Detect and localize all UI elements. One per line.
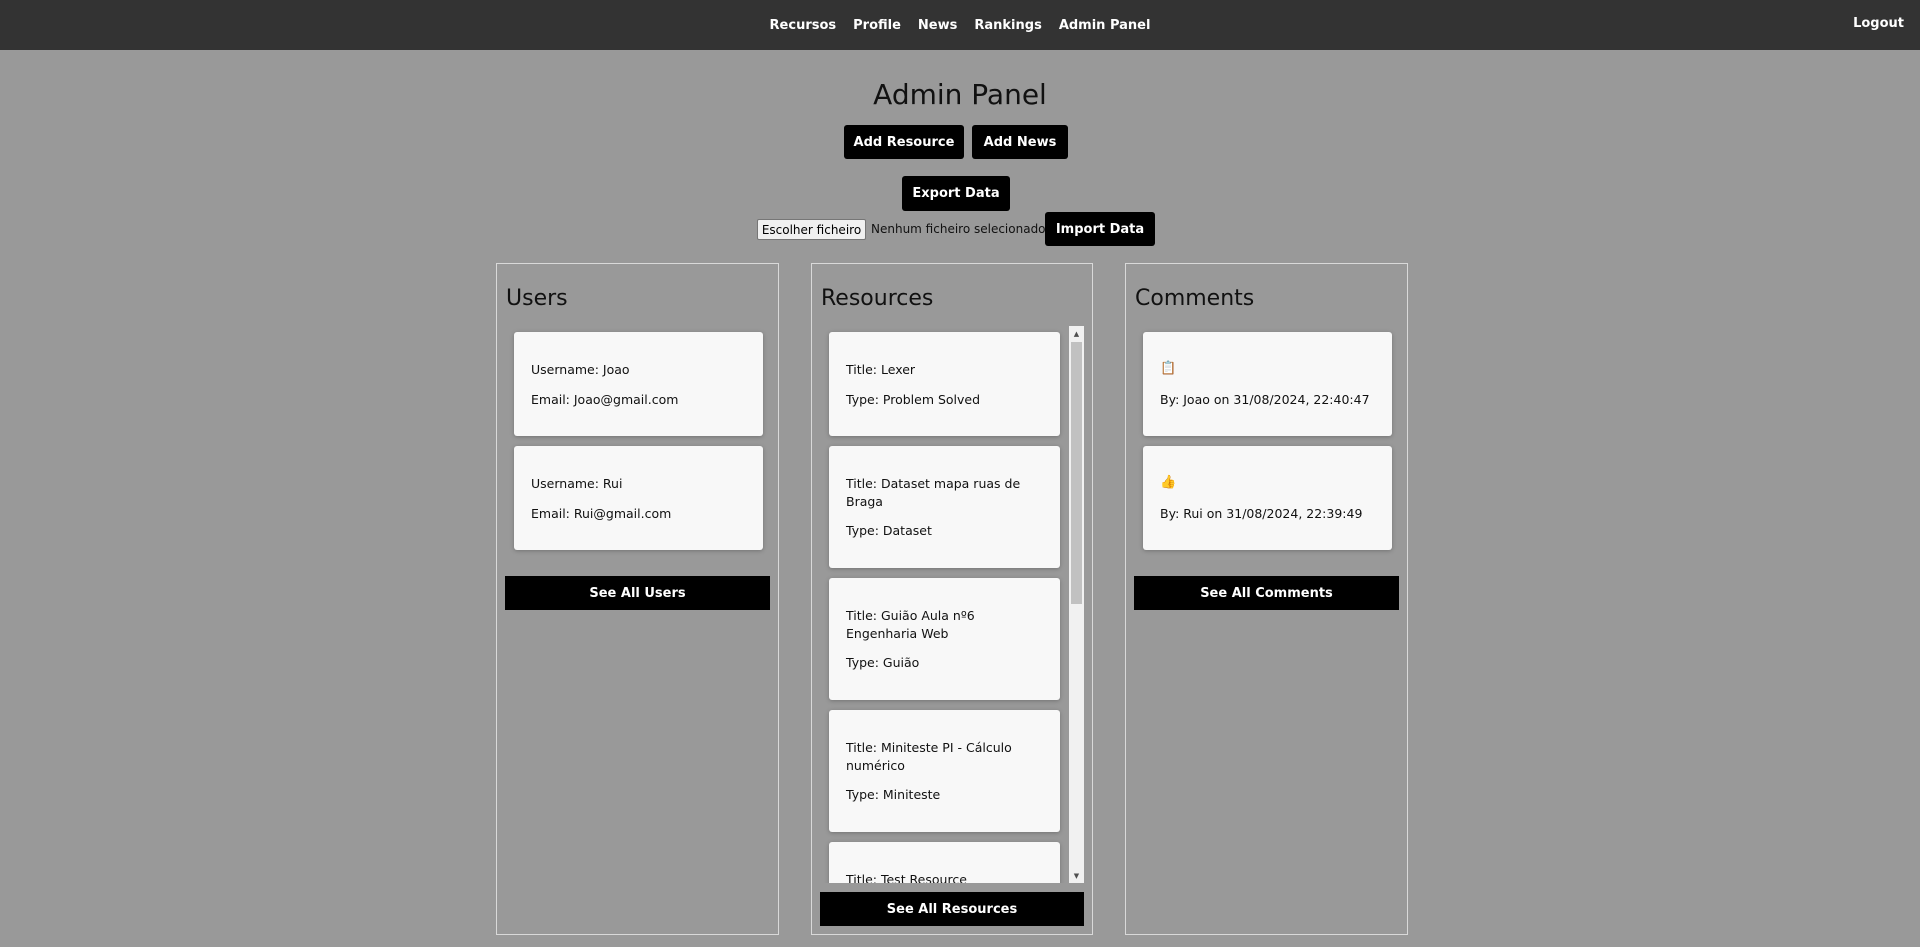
comment-card: 👍 By: Rui on 31/08/2024, 22:39:49 <box>1143 446 1392 550</box>
user-card: Username: Rui Email: Rui@gmail.com <box>514 446 763 550</box>
user-username: Username: Joao <box>531 362 630 377</box>
user-card: Username: Joao Email: Joao@gmail.com <box>514 332 763 436</box>
add-resource-button[interactable]: Add Resource <box>844 125 964 159</box>
see-all-resources-button[interactable]: See All Resources <box>820 892 1084 926</box>
thumbs-up-icon: 👍 <box>1160 475 1177 490</box>
resource-card[interactable]: Title: Miniteste PI - Cálculo numérico T… <box>829 710 1060 832</box>
export-data-button[interactable]: Export Data <box>902 176 1010 211</box>
nav-link-profile[interactable]: Profile <box>853 18 901 33</box>
resource-title: Title: Test Resource <box>846 872 967 883</box>
user-email: Email: Rui@gmail.com <box>531 506 672 521</box>
resource-type: Type: Problem Solved <box>846 392 981 407</box>
resources-scrollbar[interactable]: ▲ ▼ <box>1069 326 1084 883</box>
resource-card[interactable]: Title: Guião Aula nº6 Engenharia Web Typ… <box>829 578 1060 700</box>
resource-title: Title: Miniteste PI - Cálculo numérico <box>846 740 1012 773</box>
comments-panel: Comments 📋 By: Joao on 31/08/2024, 22:40… <box>1125 263 1408 935</box>
resources-panel: Resources Title: Lexer Type: Problem Sol… <box>811 263 1093 935</box>
resource-type: Type: Miniteste <box>846 787 941 802</box>
user-email: Email: Joao@gmail.com <box>531 392 679 407</box>
scrollbar-thumb[interactable] <box>1071 342 1082 604</box>
no-file-selected-label: Nenhum ficheiro selecionado <box>871 222 1046 236</box>
see-all-users-button[interactable]: See All Users <box>505 576 770 610</box>
logout-link[interactable]: Logout <box>1853 16 1904 31</box>
resource-card[interactable]: Title: Dataset mapa ruas de Braga Type: … <box>829 446 1060 568</box>
scroll-down-arrow-icon[interactable]: ▼ <box>1069 868 1084 883</box>
resource-card[interactable]: Title: Test Resource <box>829 842 1060 883</box>
comment-card: 📋 By: Joao on 31/08/2024, 22:40:47 <box>1143 332 1392 436</box>
users-panel: Users Username: Joao Email: Joao@gmail.c… <box>496 263 779 935</box>
choose-file-button[interactable]: Escolher ficheiro <box>757 219 866 240</box>
resource-title: Title: Dataset mapa ruas de Braga <box>846 476 1021 509</box>
comments-panel-title: Comments <box>1135 286 1255 311</box>
nav-link-admin-panel[interactable]: Admin Panel <box>1059 18 1151 33</box>
resource-title: Title: Lexer <box>846 362 916 377</box>
clipboard-icon: 📋 <box>1160 361 1177 376</box>
resource-type: Type: Dataset <box>846 523 932 538</box>
see-all-comments-button[interactable]: See All Comments <box>1134 576 1399 610</box>
comment-author: By: Rui on 31/08/2024, 22:39:49 <box>1160 506 1363 521</box>
user-username: Username: Rui <box>531 476 623 491</box>
top-navbar: Recursos Profile News Rankings Admin Pan… <box>0 0 1920 50</box>
add-news-button[interactable]: Add News <box>972 125 1068 159</box>
nav-link-recursos[interactable]: Recursos <box>770 18 837 33</box>
nav-link-news[interactable]: News <box>918 18 957 33</box>
import-data-button[interactable]: Import Data <box>1045 212 1155 246</box>
nav-link-rankings[interactable]: Rankings <box>974 18 1041 33</box>
scroll-up-arrow-icon[interactable]: ▲ <box>1069 326 1084 341</box>
comment-author: By: Joao on 31/08/2024, 22:40:47 <box>1160 392 1370 407</box>
users-panel-title: Users <box>506 286 568 311</box>
resources-list[interactable]: Title: Lexer Type: Problem Solved Title:… <box>812 326 1097 883</box>
page-title: Admin Panel <box>873 78 1047 111</box>
resource-title: Title: Guião Aula nº6 Engenharia Web <box>846 608 975 641</box>
resources-panel-title: Resources <box>821 286 934 311</box>
resource-type: Type: Guião <box>846 655 920 670</box>
resource-card[interactable]: Title: Lexer Type: Problem Solved <box>829 332 1060 436</box>
nav-links: Recursos Profile News Rankings Admin Pan… <box>0 0 1920 50</box>
